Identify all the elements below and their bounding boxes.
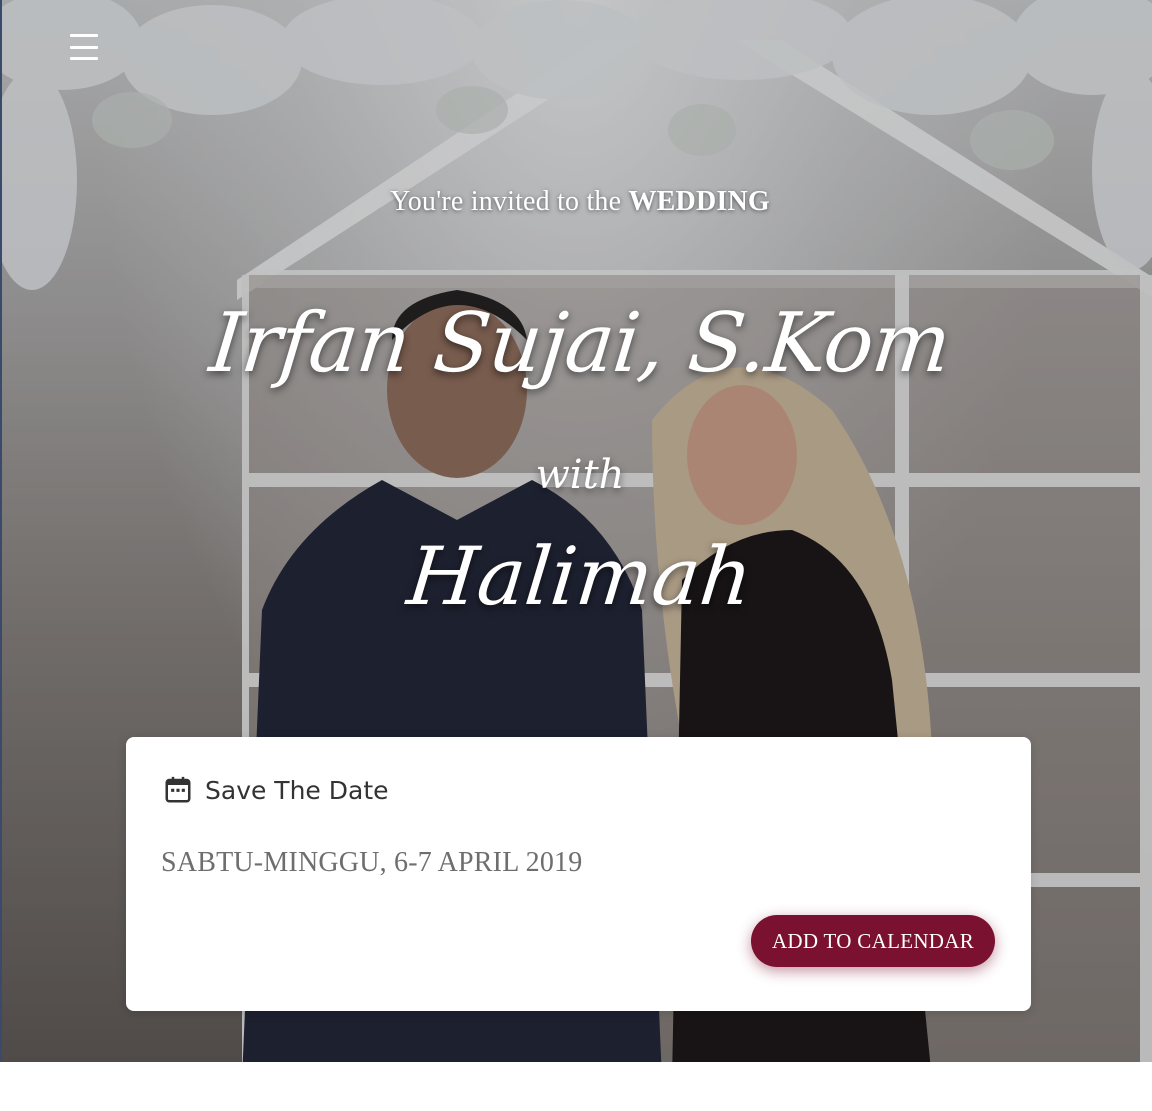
card-title: Save The Date [205,775,389,805]
invitation-line: You're invited to the WEDDING [2,186,1152,218]
page-edge [0,0,2,1062]
invitation-highlight: WEDDING [628,186,770,217]
menu-bar [70,57,98,60]
add-to-calendar-button[interactable]: ADD TO CALENDAR [751,915,995,967]
save-the-date-card: Save The Date SABTU-MINGGU, 6-7 APRIL 20… [126,737,1031,1011]
card-header: Save The Date [163,775,389,805]
invitation-prefix: You're invited to the [390,186,629,217]
hamburger-menu-icon[interactable] [70,34,102,60]
calendar-icon [165,776,191,803]
menu-bar [70,45,98,49]
event-date: SABTU-MINGGU, 6-7 APRIL 2019 [161,847,583,878]
bride-name: Halimah [403,530,757,623]
connector-text: with [535,452,625,498]
menu-bar [70,34,98,37]
groom-name: Irfan Sujai, S.Kom [205,296,955,391]
